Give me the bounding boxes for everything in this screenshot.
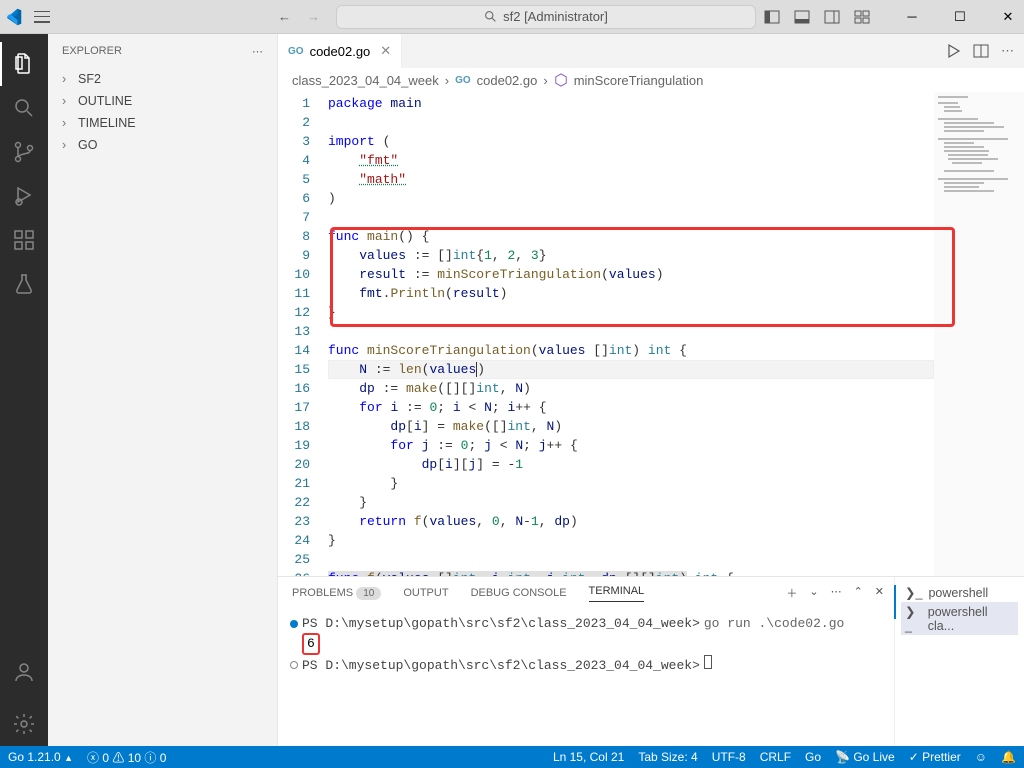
activity-run-debug[interactable] (0, 174, 48, 218)
layout-icon-3[interactable] (824, 9, 840, 25)
activity-account[interactable] (0, 650, 48, 694)
status-bar: Go 1.21.0 ▲ ⓧ 0 ⚠ 10 ⓘ 0 Ln 15, Col 21 T… (0, 746, 1024, 768)
go-file-icon: GO (288, 46, 304, 57)
explorer-more-icon[interactable]: ⋯ (252, 45, 263, 58)
activity-explorer[interactable] (0, 42, 48, 86)
close-button[interactable]: ✕ (990, 3, 1024, 31)
activity-testing[interactable] (0, 262, 48, 306)
status-eol[interactable]: CRLF (760, 750, 791, 764)
command-center[interactable]: sf2 [Administrator] (336, 5, 756, 29)
explorer-title: EXPLORER (62, 45, 122, 57)
sidebar-item-outline[interactable]: ›OUTLINE (48, 90, 277, 112)
status-go-live[interactable]: 📡 Go Live (835, 750, 895, 764)
tab-filename: code02.go (310, 44, 371, 59)
bullet-inactive-icon (290, 661, 298, 669)
bottom-panel: PROBLEMS 10 OUTPUT DEBUG CONSOLE TERMINA… (278, 576, 1024, 746)
bullet-active-icon (290, 620, 298, 628)
panel-maximize-icon[interactable]: ⌃ (854, 585, 863, 601)
status-go-version[interactable]: Go 1.21.0 ▲ (8, 750, 73, 764)
sidebar-item-timeline[interactable]: ›TIMELINE (48, 112, 277, 134)
terminal-list: ❯_powershell ❯_powershell cla... (894, 577, 1024, 746)
panel-more-icon[interactable]: ⋯ (831, 585, 842, 601)
terminal-icon: ❯_ (905, 585, 922, 600)
terminal-item-2[interactable]: ❯_powershell cla... (901, 602, 1018, 635)
symbol-function-icon (554, 73, 568, 87)
tab-bar: GO code02.go ✕ ⋯ (278, 34, 1024, 68)
search-text: sf2 [Administrator] (503, 9, 608, 24)
code-editor[interactable]: package main import ( "fmt" "math") func… (328, 92, 934, 576)
panel-tab-debug[interactable]: DEBUG CONSOLE (471, 587, 567, 599)
nav-back-icon[interactable]: ← (278, 9, 291, 24)
status-language[interactable]: Go (805, 750, 821, 764)
sidebar-item-sf2[interactable]: ›SF2 (48, 68, 277, 90)
terminal-icon: ❯_ (905, 604, 922, 633)
maximize-button[interactable]: ☐ (942, 3, 978, 31)
terminal-item-1[interactable]: ❯_powershell (901, 583, 1018, 602)
title-bar: ← → sf2 [Administrator] ─ ☐ ✕ (0, 0, 1024, 34)
new-terminal-icon[interactable]: ＋ (786, 585, 797, 601)
layout-icon-4[interactable] (854, 9, 870, 25)
terminal-dropdown-icon[interactable]: ⌄ (809, 585, 818, 601)
panel-tab-problems[interactable]: PROBLEMS 10 (292, 587, 381, 599)
nav-forward-icon[interactable]: → (307, 9, 320, 24)
minimize-button[interactable]: ─ (894, 3, 930, 31)
vscode-logo-icon (4, 8, 22, 26)
breadcrumb[interactable]: class_2023_04_04_week› GO code02.go› min… (278, 68, 1024, 92)
editor-area: GO code02.go ✕ ⋯ class_2023_04_04_week› … (278, 34, 1024, 746)
status-bell-icon[interactable]: 🔔 (1001, 750, 1016, 764)
status-tab-size[interactable]: Tab Size: 4 (638, 750, 697, 764)
tab-more-icon[interactable]: ⋯ (1001, 43, 1014, 59)
status-cursor-position[interactable]: Ln 15, Col 21 (553, 750, 624, 764)
highlight-annotation-output: 6 (302, 633, 320, 655)
explorer-sidebar: EXPLORER ⋯ ›SF2 ›OUTLINE ›TIMELINE ›GO (48, 34, 278, 746)
panel-tab-output[interactable]: OUTPUT (403, 587, 448, 599)
status-problems[interactable]: ⓧ 0 ⚠ 10 ⓘ 0 (87, 749, 166, 766)
minimap[interactable] (934, 92, 1024, 576)
menu-icon[interactable] (34, 11, 50, 23)
status-feedback-icon[interactable]: ☺ (975, 750, 987, 764)
panel-tab-terminal[interactable]: TERMINAL (589, 585, 645, 602)
layout-icon-1[interactable] (764, 9, 780, 25)
activity-settings[interactable] (0, 702, 48, 746)
terminal-content[interactable]: PS D:\mysetup\gopath\src\sf2\class_2023_… (278, 609, 894, 681)
sidebar-item-go[interactable]: ›GO (48, 134, 277, 156)
go-file-icon: GO (455, 75, 471, 86)
status-encoding[interactable]: UTF-8 (712, 750, 746, 764)
status-prettier[interactable]: ✓ Prettier (909, 750, 961, 764)
activity-source-control[interactable] (0, 130, 48, 174)
run-icon[interactable] (945, 43, 961, 59)
activity-search[interactable] (0, 86, 48, 130)
activity-extensions[interactable] (0, 218, 48, 262)
panel-close-icon[interactable]: ✕ (875, 585, 884, 601)
tab-code02[interactable]: GO code02.go ✕ (278, 34, 402, 68)
tab-close-icon[interactable]: ✕ (380, 43, 391, 59)
search-icon (484, 10, 497, 23)
line-number-gutter: 1234567891011121314151617181920212223242… (278, 92, 328, 576)
split-icon[interactable] (973, 43, 989, 59)
layout-icon-2[interactable] (794, 9, 810, 25)
terminal-cursor (704, 655, 712, 669)
activity-bar (0, 34, 48, 746)
